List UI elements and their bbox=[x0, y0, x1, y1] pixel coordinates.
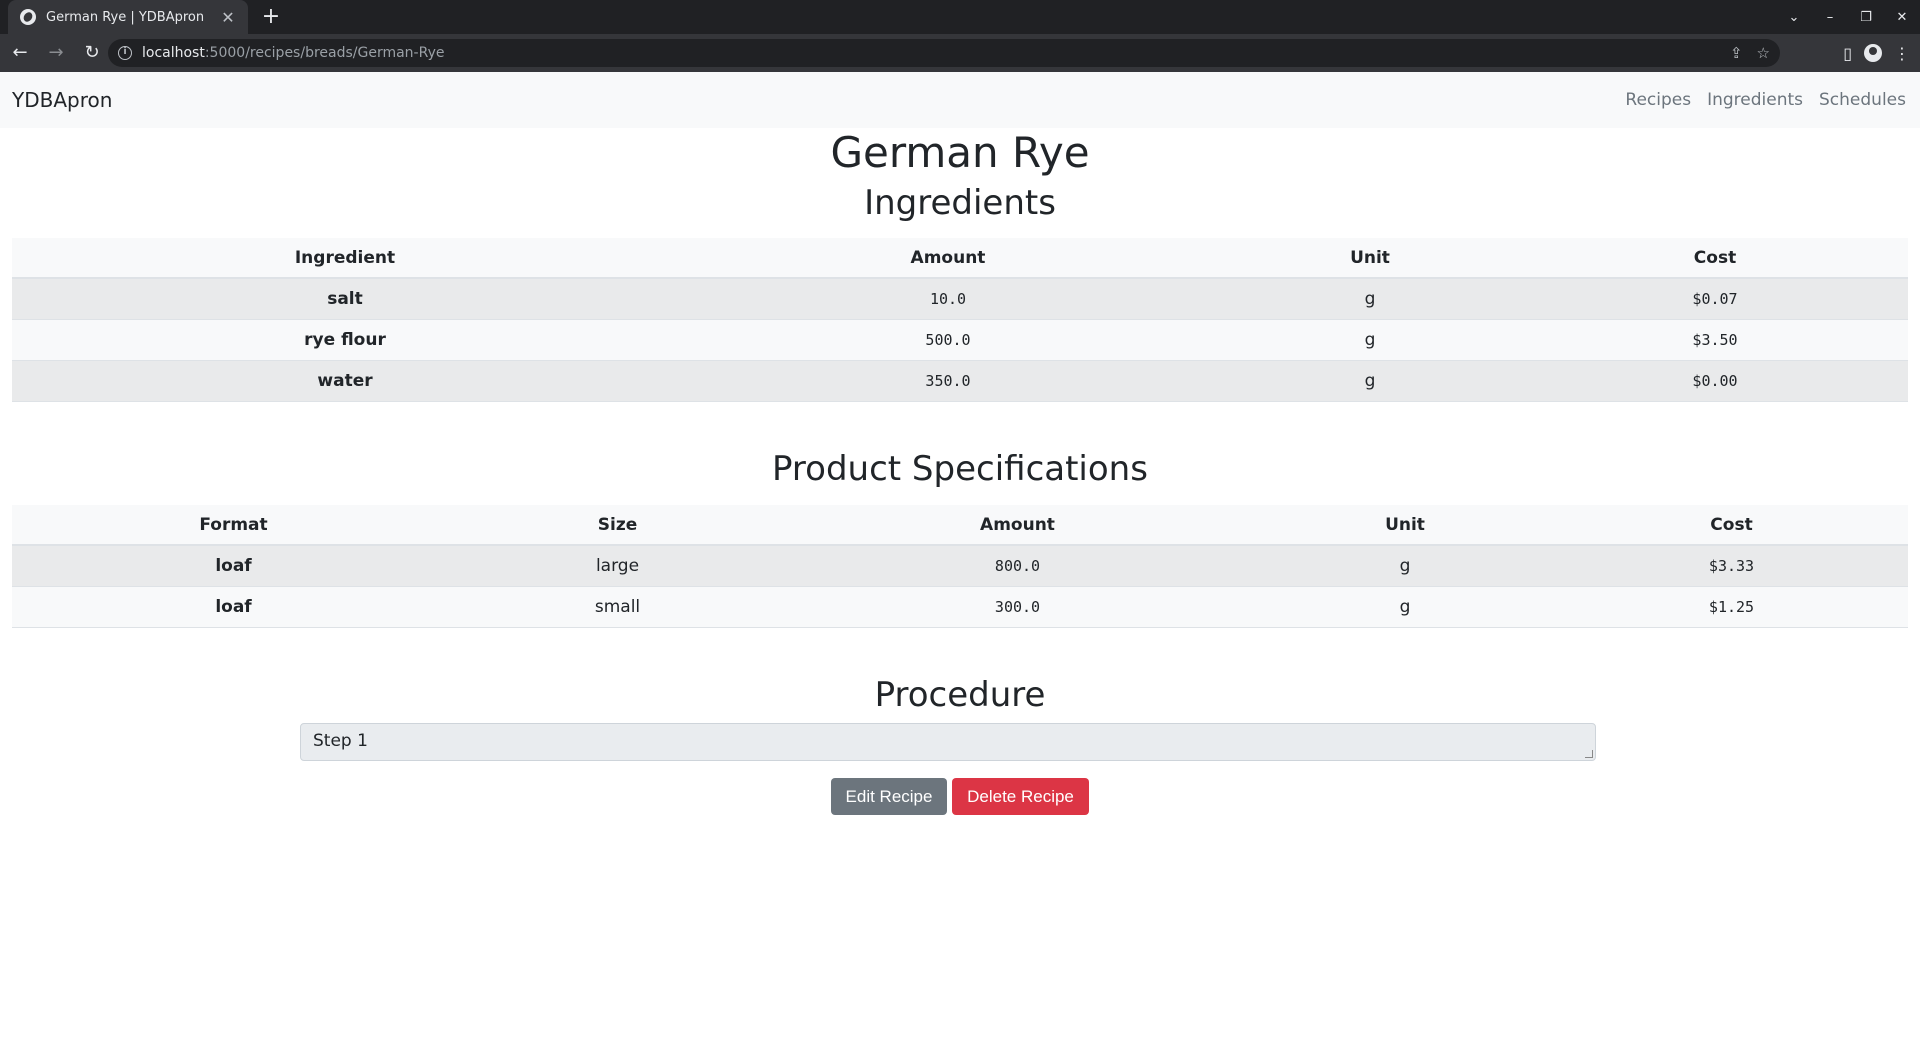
spec-size: large bbox=[455, 545, 780, 587]
ingredients-table: Ingredient Amount Unit Cost salt 10.0 g … bbox=[12, 238, 1908, 402]
info-icon[interactable]: i bbox=[118, 46, 132, 60]
close-window-icon[interactable]: ✕ bbox=[1884, 10, 1920, 25]
column-header: Size bbox=[455, 505, 780, 546]
browser-tab[interactable]: German Rye | YDBApron ✕ bbox=[8, 0, 248, 34]
table-row: loaf small 300.0 g $1.25 bbox=[12, 586, 1908, 628]
profile-icon[interactable] bbox=[1864, 44, 1882, 62]
minimize-icon[interactable]: – bbox=[1812, 10, 1848, 25]
nav-link-recipes[interactable]: Recipes bbox=[1625, 90, 1691, 110]
column-header: Format bbox=[12, 505, 455, 546]
spec-unit: g bbox=[1255, 545, 1555, 587]
table-row: water 350.0 g $0.00 bbox=[12, 360, 1908, 402]
app-navbar: YDBApron Recipes Ingredients Schedules bbox=[0, 72, 1920, 128]
nav-links: Recipes Ingredients Schedules bbox=[1625, 90, 1906, 110]
address-bar[interactable]: i localhost:5000/recipes/breads/German-R… bbox=[108, 39, 1780, 67]
ingredient-name: rye flour bbox=[12, 319, 678, 361]
tab-search-icon[interactable]: ⌄ bbox=[1776, 10, 1812, 25]
page-title: German Rye bbox=[830, 128, 1090, 177]
procedure-heading: Procedure bbox=[874, 675, 1046, 715]
nav-link-ingredients[interactable]: Ingredients bbox=[1707, 90, 1803, 110]
ingredient-unit: g bbox=[1218, 278, 1522, 320]
column-header: Amount bbox=[780, 505, 1255, 546]
brand-logo[interactable]: YDBApron bbox=[12, 88, 112, 112]
ingredient-cost: $0.00 bbox=[1522, 360, 1908, 402]
forward-icon[interactable]: → bbox=[40, 37, 72, 69]
kebab-menu-icon[interactable]: ⋮ bbox=[1894, 44, 1910, 63]
spec-format: loaf bbox=[12, 545, 455, 587]
edit-recipe-button[interactable]: Edit Recipe bbox=[831, 778, 947, 815]
side-panel-icon[interactable]: ▯ bbox=[1843, 44, 1852, 63]
tab-close-icon[interactable]: ✕ bbox=[218, 8, 238, 27]
back-icon[interactable]: ← bbox=[4, 37, 36, 69]
spec-unit: g bbox=[1255, 586, 1555, 628]
restore-icon[interactable]: ❐ bbox=[1848, 10, 1884, 25]
table-row: loaf large 800.0 g $3.33 bbox=[12, 545, 1908, 587]
ingredient-unit: g bbox=[1218, 360, 1522, 402]
column-header: Cost bbox=[1555, 505, 1908, 546]
ingredient-cost: $3.50 bbox=[1522, 319, 1908, 361]
ingredients-heading: Ingredients bbox=[864, 183, 1056, 223]
reload-icon[interactable]: ↻ bbox=[76, 37, 108, 69]
column-header: Amount bbox=[678, 238, 1218, 279]
share-icon[interactable]: ⇪ bbox=[1730, 44, 1743, 62]
spec-size: small bbox=[455, 586, 780, 628]
table-header-row: Format Size Amount Unit Cost bbox=[12, 505, 1908, 546]
ingredient-amount: 10.0 bbox=[678, 278, 1218, 320]
resize-handle-icon[interactable] bbox=[1585, 750, 1593, 758]
table-row: salt 10.0 g $0.07 bbox=[12, 278, 1908, 320]
nav-link-schedules[interactable]: Schedules bbox=[1819, 90, 1906, 110]
ingredient-cost: $0.07 bbox=[1522, 278, 1908, 320]
favicon-icon bbox=[20, 9, 36, 25]
spec-amount: 300.0 bbox=[780, 586, 1255, 628]
ingredient-unit: g bbox=[1218, 319, 1522, 361]
spec-cost: $3.33 bbox=[1555, 545, 1908, 587]
ingredient-name: salt bbox=[12, 278, 678, 320]
ingredient-name: water bbox=[12, 360, 678, 402]
specs-table: Format Size Amount Unit Cost loaf large … bbox=[12, 505, 1908, 628]
spec-amount: 800.0 bbox=[780, 545, 1255, 587]
table-row: rye flour 500.0 g $3.50 bbox=[12, 319, 1908, 361]
table-header-row: Ingredient Amount Unit Cost bbox=[12, 238, 1908, 279]
ingredient-amount: 500.0 bbox=[678, 319, 1218, 361]
spec-cost: $1.25 bbox=[1555, 586, 1908, 628]
ingredient-amount: 350.0 bbox=[678, 360, 1218, 402]
new-tab-button[interactable]: + bbox=[258, 4, 284, 30]
browser-toolbar: ← → ↻ i localhost:5000/recipes/breads/Ge… bbox=[0, 34, 1920, 72]
browser-tab-strip: German Rye | YDBApron ✕ + ⌄ – ❐ ✕ bbox=[0, 0, 1920, 34]
procedure-text: Step 1 bbox=[313, 731, 368, 751]
procedure-textarea[interactable]: Step 1 bbox=[300, 723, 1596, 761]
url-path: :5000/recipes/breads/German-Rye bbox=[204, 45, 445, 61]
url-host: localhost bbox=[142, 45, 205, 61]
spec-format: loaf bbox=[12, 586, 455, 628]
delete-recipe-button[interactable]: Delete Recipe bbox=[952, 778, 1089, 815]
column-header: Unit bbox=[1255, 505, 1555, 546]
specs-heading: Product Specifications bbox=[772, 449, 1148, 489]
star-icon[interactable]: ☆ bbox=[1757, 44, 1770, 62]
column-header: Cost bbox=[1522, 238, 1908, 279]
window-controls: ⌄ – ❐ ✕ bbox=[1776, 0, 1920, 34]
column-header: Unit bbox=[1218, 238, 1522, 279]
column-header: Ingredient bbox=[12, 238, 678, 279]
tab-title: German Rye | YDBApron bbox=[46, 9, 205, 25]
